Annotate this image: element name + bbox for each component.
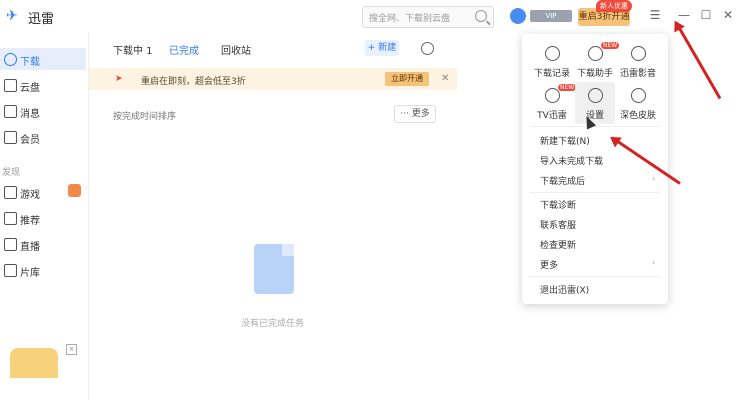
new-badge: NEW: [601, 42, 620, 49]
close-icon[interactable]: ×: [66, 344, 77, 355]
submenu-arrow-icon: ›: [652, 174, 656, 183]
menu-xunlei-player[interactable]: 迅雷影音: [618, 40, 658, 82]
sidebar-item-message[interactable]: 消息: [0, 100, 86, 122]
recommend-icon: [4, 212, 17, 225]
menu-grid-label: 迅雷影音: [619, 69, 656, 79]
banner-open-button[interactable]: 立即开通: [385, 72, 429, 86]
tv-icon: [545, 88, 560, 103]
menu-grid-label: 深色皮肤: [619, 111, 656, 121]
sidebar-item-label: 直播: [20, 242, 40, 253]
close-icon[interactable]: ✕: [721, 8, 735, 22]
sidebar-item-label: 消息: [20, 109, 40, 120]
menu-after-download[interactable]: 下载完成后: [540, 174, 585, 187]
empty-file-icon: [254, 244, 294, 294]
tab-recycle-bin[interactable]: 回收站: [221, 42, 251, 57]
menu-grid-label: TV迅雷: [537, 111, 567, 121]
history-icon[interactable]: [421, 42, 434, 55]
new-user-tag: 新人优惠: [596, 0, 632, 12]
search-input[interactable]: 搜全网、下载别云盘: [362, 6, 494, 28]
menu-download-assistant[interactable]: NEW 下载助手: [575, 40, 620, 82]
section-label-discover: 发现: [2, 168, 21, 178]
thunder-logo-icon: ✈: [6, 8, 18, 24]
sidebar-item-label: 下载: [20, 57, 40, 68]
vip-badge[interactable]: VIP: [530, 10, 572, 22]
sidebar-item-label: 片库: [20, 268, 40, 279]
sidebar-item-label: 云盘: [20, 83, 40, 94]
hamburger-menu-icon[interactable]: ☰: [648, 8, 662, 22]
search-icon[interactable]: [475, 10, 487, 22]
promo-decoration[interactable]: [10, 348, 58, 378]
menu-grid-label: 设置: [585, 111, 604, 121]
game-badge-icon: [68, 184, 81, 197]
sidebar-item-recommend[interactable]: 推荐: [0, 207, 86, 229]
empty-state-text: 没有已完成任务: [241, 319, 305, 329]
menu-download-diagnosis[interactable]: 下载诊断: [540, 198, 576, 211]
player-icon: [631, 46, 646, 61]
menu-download-history[interactable]: 下载记录: [532, 40, 572, 82]
cloud-icon: [4, 79, 17, 92]
sidebar-item-label: 游戏: [20, 190, 40, 201]
history-icon: [545, 46, 560, 61]
library-icon: [4, 264, 17, 277]
sidebar-item-cloud[interactable]: 云盘: [0, 74, 86, 96]
new-badge: NEW: [558, 84, 577, 91]
menu-grid-label: 下载助手: [576, 69, 613, 79]
assistant-icon: [588, 46, 603, 61]
search-placeholder: 搜全网、下载别云盘: [369, 14, 451, 24]
menu-import-unfinished[interactable]: 导入未完成下载: [540, 154, 603, 167]
sidebar-item-live[interactable]: 直播: [0, 233, 86, 255]
member-icon: [4, 131, 17, 144]
menu-check-update[interactable]: 检查更新: [540, 238, 576, 251]
sort-label[interactable]: 按完成时间排序: [113, 109, 176, 122]
thunder-bird-icon: ➤: [115, 74, 123, 84]
game-icon: [4, 186, 17, 199]
tab-downloading[interactable]: 下载中 1: [113, 42, 153, 57]
sidebar-item-label: 推荐: [20, 216, 40, 227]
download-tabs: 下载中 1 已完成 回收站 + 新建: [89, 32, 529, 62]
menu-new-download[interactable]: 新建下载(N): [540, 134, 590, 147]
sidebar-item-member[interactable]: 会员: [0, 126, 86, 148]
sidebar-item-download[interactable]: 下载: [0, 48, 86, 70]
menu-divider: [530, 126, 660, 127]
sidebar-item-library[interactable]: 片库: [0, 259, 86, 281]
tab-completed[interactable]: 已完成: [169, 42, 199, 57]
title-bar: ✈ 迅雷 搜全网、下载别云盘 VIP 重启3折开通 新人优惠 ☰ — ☐ ✕: [0, 0, 743, 32]
menu-tv-xunlei[interactable]: NEW TV迅雷: [532, 82, 577, 124]
moon-icon: [631, 88, 646, 103]
main-menu-dropdown: 下载记录 NEW 下载助手 迅雷影音 NEW TV迅雷 设置 深色皮肤 新建下载…: [522, 34, 668, 304]
close-icon[interactable]: ✕: [441, 73, 449, 84]
menu-divider: [530, 192, 660, 193]
menu-more[interactable]: 更多: [540, 258, 558, 271]
menu-contact-support[interactable]: 联系客服: [540, 218, 576, 231]
avatar[interactable]: [510, 8, 526, 24]
new-task-button[interactable]: + 新建: [365, 40, 399, 56]
menu-grid-label: 下载记录: [533, 69, 570, 79]
menu-divider: [530, 276, 660, 277]
live-icon: [4, 238, 17, 251]
menu-dark-skin[interactable]: 深色皮肤: [618, 82, 658, 124]
menu-exit[interactable]: 退出迅雷(X): [540, 283, 589, 296]
sidebar: 下载 云盘 消息 会员 发现 游戏 推荐 直播 片库 ×: [0, 32, 88, 400]
submenu-arrow-icon: ›: [652, 258, 656, 267]
app-title: 迅雷: [28, 12, 55, 27]
message-icon: [4, 105, 17, 118]
download-icon: [4, 53, 17, 66]
more-button[interactable]: ··· 更多: [394, 105, 436, 123]
banner-text: 重启在即刻，超会低至3折: [141, 77, 246, 87]
sidebar-item-game[interactable]: 游戏: [0, 181, 86, 203]
maximize-icon[interactable]: ☐: [699, 8, 713, 22]
sidebar-item-label: 会员: [20, 135, 40, 146]
promo-banner: ➤ 重启在即刻，超会低至3折 立即开通 ✕: [89, 68, 457, 90]
gear-icon: [588, 88, 603, 103]
